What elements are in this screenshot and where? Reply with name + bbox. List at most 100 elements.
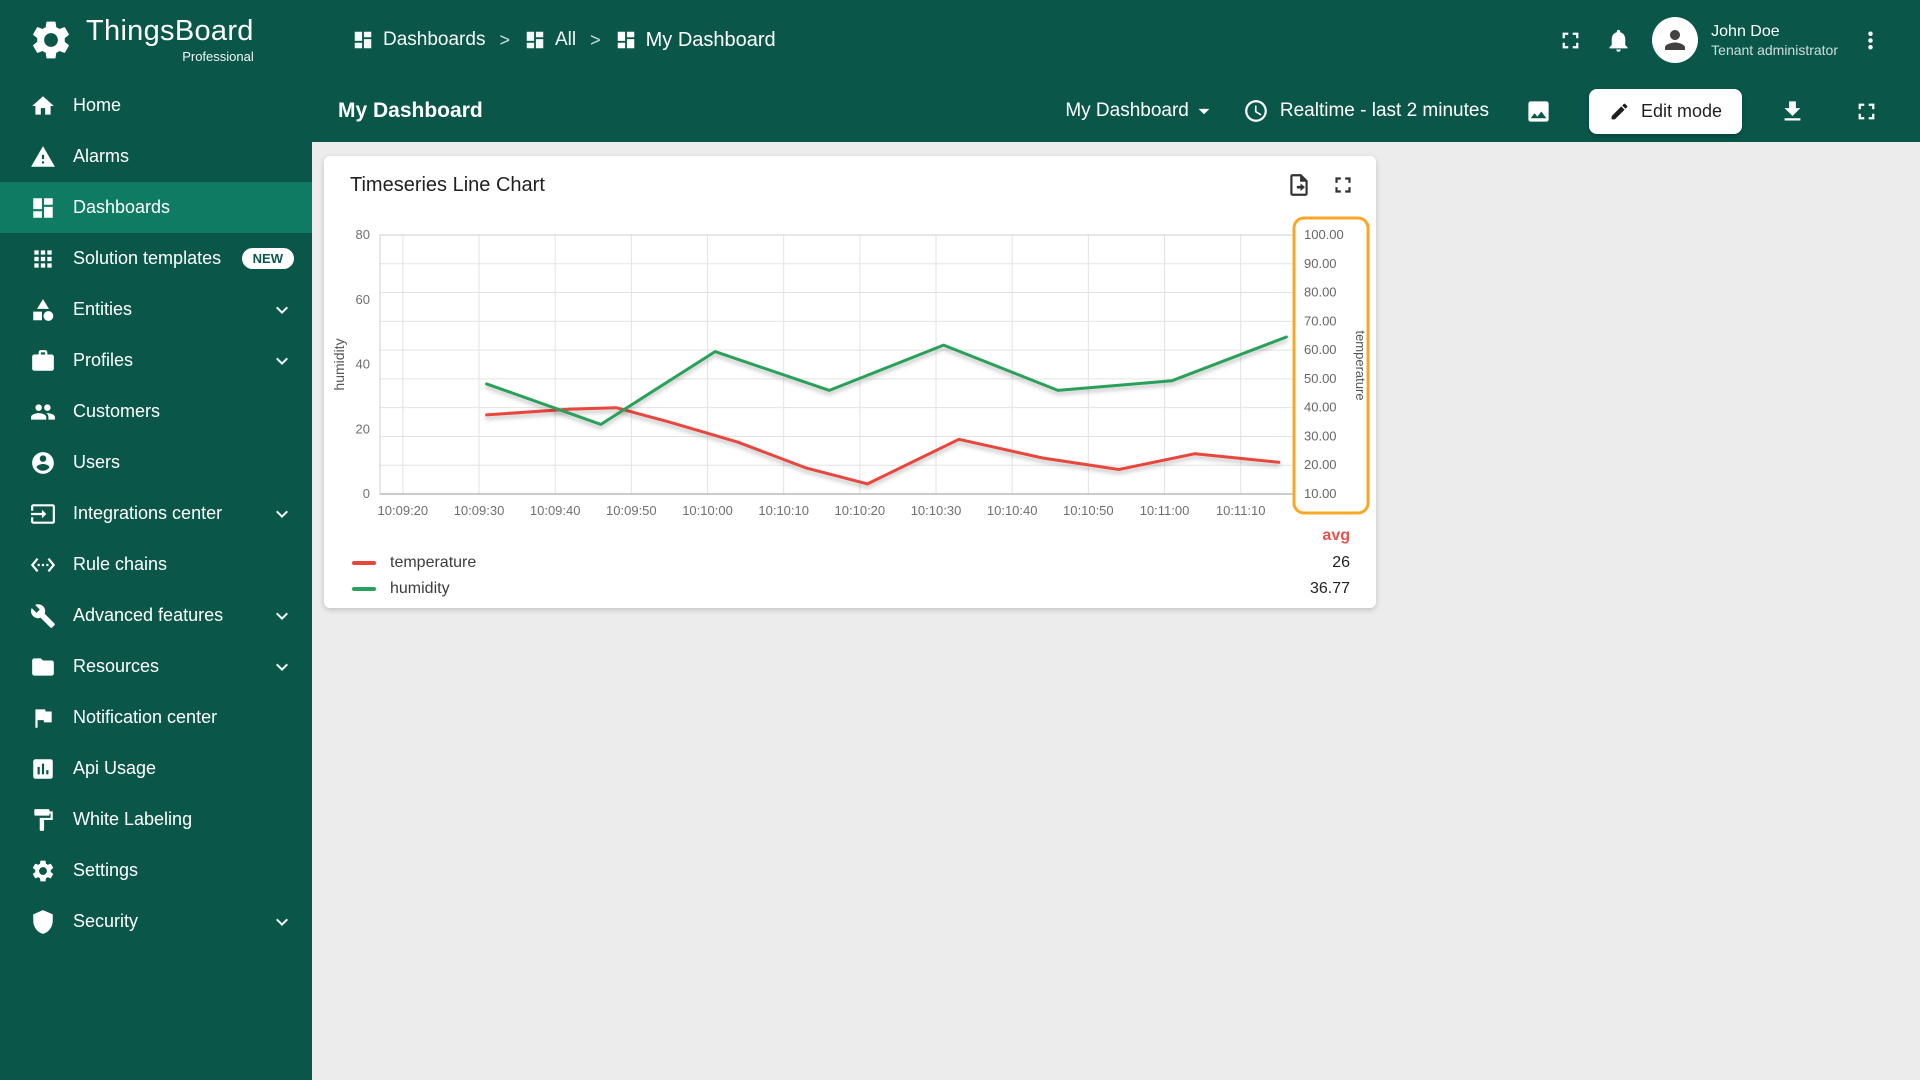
dashboard-content: Timeseries Line Chart 0 20 40 60 80 10:09:20 1… bbox=[312, 142, 1920, 1080]
legend-avg-value-humidity: 36.77 bbox=[1309, 580, 1350, 597]
chart-box-icon bbox=[30, 756, 56, 782]
export-widget-data-icon[interactable] bbox=[1286, 172, 1312, 198]
widget-legend: avg temperature 26 humidity 36.77 bbox=[352, 527, 1350, 602]
svg-text:20.00: 20.00 bbox=[1304, 457, 1337, 472]
edit-mode-label: Edit mode bbox=[1640, 100, 1722, 121]
home-icon bbox=[30, 93, 56, 119]
right-axis-label: temperature bbox=[1353, 330, 1368, 400]
dashboard-select[interactable]: My Dashboard bbox=[1065, 98, 1217, 124]
dashboards-icon bbox=[30, 195, 56, 221]
pencil-icon bbox=[1609, 101, 1630, 122]
download-button[interactable] bbox=[1768, 87, 1816, 135]
legend-item-temperature: temperature 26 bbox=[352, 550, 1350, 576]
sidebar-item-label: White Labeling bbox=[73, 809, 193, 829]
legend-dash-temperature bbox=[352, 561, 376, 565]
gear-icon bbox=[30, 858, 56, 884]
notifications-bell-button[interactable] bbox=[1594, 16, 1642, 64]
new-badge: NEW bbox=[241, 248, 294, 269]
sidebar-item-white-labeling[interactable]: White Labeling bbox=[0, 794, 312, 845]
time-window-button[interactable]: Realtime - last 2 minutes bbox=[1243, 98, 1489, 124]
user-menu[interactable]: John Doe Tenant administrator bbox=[1652, 17, 1838, 63]
sidebar-item-users[interactable]: Users bbox=[0, 437, 312, 488]
sidebar-item-resources[interactable]: Resources bbox=[0, 641, 312, 692]
time-window-label: Realtime - last 2 minutes bbox=[1279, 100, 1489, 121]
sidebar-item-settings[interactable]: Settings bbox=[0, 845, 312, 896]
sidebar-item-integrations-center[interactable]: Integrations center bbox=[0, 488, 312, 539]
sidebar-item-notification-center[interactable]: Notification center bbox=[0, 692, 312, 743]
brand-subtitle: Professional bbox=[182, 48, 254, 64]
people-icon bbox=[30, 399, 56, 425]
sidebar-item-solution-templates[interactable]: Solution templates NEW bbox=[0, 233, 312, 284]
entities-icon bbox=[30, 297, 56, 323]
svg-text:100.00: 100.00 bbox=[1304, 227, 1344, 242]
breadcrumb-item-all[interactable]: All bbox=[524, 29, 576, 51]
fullscreen-button[interactable] bbox=[1546, 16, 1594, 64]
chevron-down-icon bbox=[270, 298, 294, 322]
svg-text:70.00: 70.00 bbox=[1304, 313, 1337, 328]
widget-fullscreen-icon[interactable] bbox=[1330, 172, 1356, 198]
sidebar-item-api-usage[interactable]: Api Usage bbox=[0, 743, 312, 794]
svg-text:30.00: 30.00 bbox=[1304, 428, 1337, 443]
edit-mode-button[interactable]: Edit mode bbox=[1588, 88, 1742, 134]
series-line-temperature[interactable] bbox=[485, 406, 1281, 486]
widget-title: Timeseries Line Chart bbox=[350, 173, 545, 196]
svg-text:60.00: 60.00 bbox=[1304, 342, 1337, 357]
user-name: John Doe bbox=[1711, 22, 1780, 40]
svg-text:10:11:00: 10:11:00 bbox=[1140, 503, 1190, 518]
fullscreen-dashboard-button[interactable] bbox=[1842, 87, 1890, 135]
chart-grid bbox=[380, 234, 1294, 495]
svg-text:10:11:10: 10:11:10 bbox=[1216, 503, 1266, 518]
briefcase-icon bbox=[30, 348, 56, 374]
sidebar-item-rule-chains[interactable]: Rule chains bbox=[0, 539, 312, 590]
dropdown-caret-icon bbox=[1191, 98, 1217, 124]
legend-label-temperature[interactable]: temperature bbox=[390, 554, 476, 572]
sidebar-item-home[interactable]: Home bbox=[0, 80, 312, 131]
svg-text:10:10:10: 10:10:10 bbox=[758, 503, 809, 518]
svg-text:10:10:40: 10:10:40 bbox=[987, 503, 1038, 518]
thingsboard-logo[interactable]: ThingsBoard Professional bbox=[0, 0, 312, 80]
top-header: Dashboards > All > My Dashboard John Doe… bbox=[312, 0, 1920, 80]
sidebar-item-advanced-features[interactable]: Advanced features bbox=[0, 590, 312, 641]
svg-text:10:09:30: 10:09:30 bbox=[454, 503, 505, 518]
sidebar-item-profiles[interactable]: Profiles bbox=[0, 335, 312, 386]
svg-text:90.00: 90.00 bbox=[1304, 256, 1337, 271]
svg-text:60: 60 bbox=[356, 292, 370, 307]
chevron-down-icon bbox=[270, 502, 294, 526]
breadcrumb-item-my-dashboard[interactable]: My Dashboard bbox=[615, 29, 776, 52]
svg-text:0: 0 bbox=[363, 486, 370, 501]
sidebar-item-customers[interactable]: Customers bbox=[0, 386, 312, 437]
breadcrumb-item-dashboards[interactable]: Dashboards bbox=[352, 29, 485, 51]
sidebar-item-dashboards[interactable]: Dashboards bbox=[0, 182, 312, 233]
dashboard-title: My Dashboard bbox=[338, 99, 483, 122]
legend-avg-value-temperature: 26 bbox=[1332, 554, 1350, 571]
sidebar-item-label: Profiles bbox=[73, 350, 134, 370]
flag-icon bbox=[30, 705, 56, 731]
folder-icon bbox=[30, 654, 56, 680]
sidebar-item-entities[interactable]: Entities bbox=[0, 284, 312, 335]
sidebar-item-label: Security bbox=[73, 911, 139, 931]
svg-text:10:10:20: 10:10:20 bbox=[835, 503, 886, 518]
svg-text:20: 20 bbox=[356, 421, 370, 436]
sidebar-item-label: Customers bbox=[73, 401, 161, 421]
more-vertical-button[interactable] bbox=[1846, 16, 1894, 64]
dashboards-icon bbox=[615, 29, 637, 51]
sidebar: ThingsBoard Professional Home Alarms Das… bbox=[0, 0, 312, 1080]
legend-label-humidity[interactable]: humidity bbox=[390, 580, 450, 598]
svg-text:10.00: 10.00 bbox=[1304, 486, 1337, 501]
sidebar-item-label: Rule chains bbox=[73, 554, 168, 574]
apps-grid-icon bbox=[30, 246, 56, 272]
rule-chain-icon bbox=[30, 552, 56, 578]
dashboard-image-button[interactable] bbox=[1515, 87, 1563, 135]
right-axis-highlight[interactable]: 100.00 90.00 80.00 70.00 60.00 50.00 40.00 30.0… bbox=[1292, 216, 1370, 515]
plot-border bbox=[379, 234, 1295, 495]
svg-text:10:10:30: 10:10:30 bbox=[911, 503, 962, 518]
sidebar-item-security[interactable]: Security bbox=[0, 896, 312, 947]
sidebar-item-alarms[interactable]: Alarms bbox=[0, 131, 312, 182]
chevron-down-icon bbox=[270, 910, 294, 934]
avatar bbox=[1652, 17, 1699, 63]
breadcrumb-separator: > bbox=[499, 29, 510, 50]
svg-text:80.00: 80.00 bbox=[1304, 285, 1337, 300]
legend-avg-header: avg bbox=[1322, 527, 1350, 544]
main-area: Dashboards > All > My Dashboard John Doe… bbox=[312, 0, 1920, 1080]
svg-text:50.00: 50.00 bbox=[1304, 371, 1337, 386]
